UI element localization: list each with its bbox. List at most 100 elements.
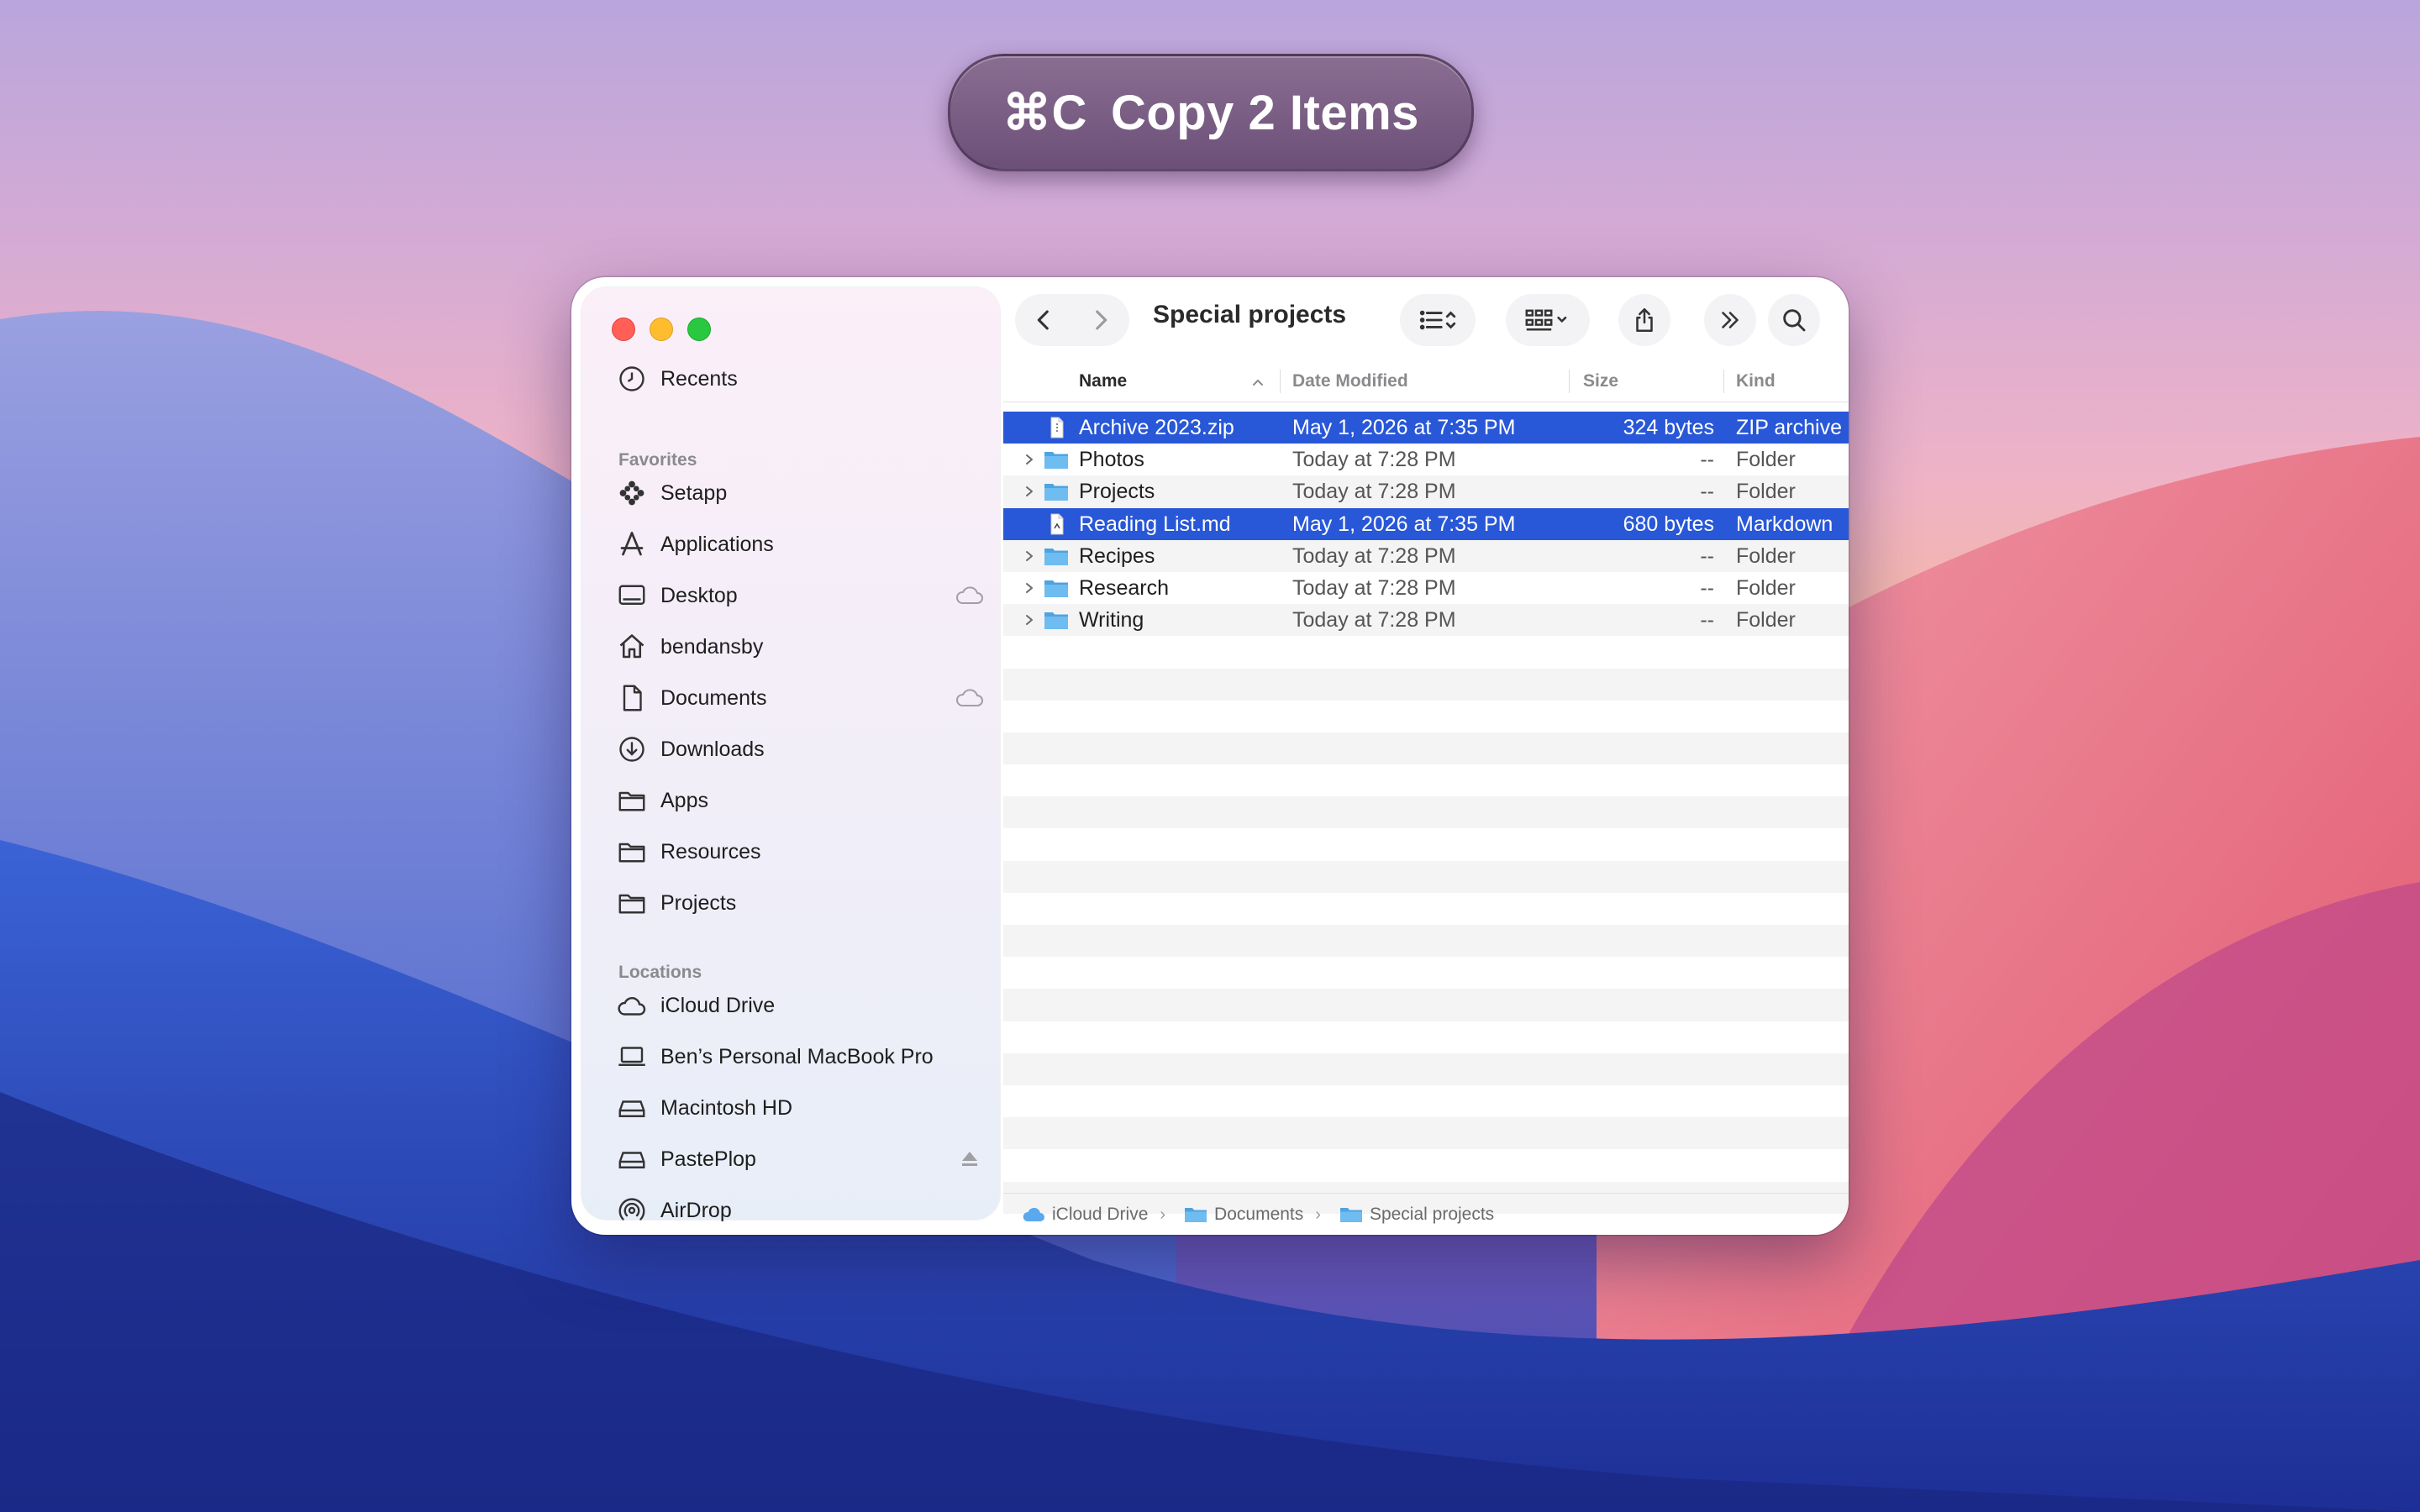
disclosure-chevron-icon[interactable] bbox=[1022, 612, 1037, 628]
column-date-header[interactable]: Date Modified bbox=[1292, 371, 1408, 391]
share-button[interactable] bbox=[1618, 294, 1670, 346]
back-button[interactable] bbox=[1015, 294, 1072, 346]
more-toolbar-button[interactable] bbox=[1704, 294, 1756, 346]
file-name: Writing bbox=[1079, 608, 1144, 633]
folder-icon bbox=[1044, 548, 1068, 565]
file-kind: Markdown bbox=[1736, 512, 1833, 536]
empty-row bbox=[1003, 1021, 1849, 1053]
sidebar-item-label: Macintosh HD bbox=[660, 1095, 792, 1120]
desktop-icon bbox=[615, 579, 649, 612]
folder-row[interactable]: Research Today at 7:28 PM -- Folder bbox=[1003, 572, 1849, 604]
disclosure-chevron-icon[interactable] bbox=[1022, 580, 1037, 596]
sidebar-item-resources[interactable]: Resources bbox=[615, 831, 985, 873]
column-separator[interactable] bbox=[1280, 370, 1281, 393]
window-controls bbox=[612, 318, 711, 341]
folder-icon bbox=[615, 886, 649, 920]
sidebar-item-projects[interactable]: Projects bbox=[615, 882, 985, 924]
path-segment[interactable]: Documents bbox=[1184, 1205, 1303, 1225]
sidebar-item-label: Documents bbox=[660, 685, 767, 710]
file-size: 680 bytes bbox=[1623, 512, 1714, 536]
sidebar-item-recents[interactable]: Recents bbox=[615, 358, 985, 400]
sidebar-item-setapp[interactable]: Setapp bbox=[615, 472, 985, 514]
sidebar-item-home[interactable]: bendansby bbox=[615, 626, 985, 668]
close-button[interactable] bbox=[612, 318, 635, 341]
icloud-icon bbox=[615, 989, 649, 1022]
file-row[interactable]: Reading List.md May 1, 2026 at 7:35 PM 6… bbox=[1003, 507, 1849, 540]
icloud-icon bbox=[1023, 1207, 1044, 1221]
sidebar-item-pasteplop[interactable]: PastePlop bbox=[615, 1138, 985, 1180]
sidebar-item-label: bendansby bbox=[660, 634, 764, 659]
path-separator-icon: › bbox=[1315, 1205, 1321, 1224]
disclosure-chevron-icon[interactable] bbox=[1022, 548, 1037, 564]
empty-row bbox=[1003, 732, 1849, 765]
file-size: -- bbox=[1700, 608, 1714, 633]
column-separator[interactable] bbox=[1723, 370, 1724, 393]
folder-icon bbox=[1044, 580, 1068, 597]
sidebar-item-label: Resources bbox=[660, 839, 761, 864]
disclosure-chevron-icon[interactable] bbox=[1022, 483, 1037, 500]
file-kind: Folder bbox=[1736, 448, 1796, 472]
group-options-button[interactable] bbox=[1506, 294, 1590, 346]
folder-icon bbox=[1044, 612, 1068, 630]
disclosure-chevron-icon[interactable] bbox=[1022, 451, 1037, 468]
column-kind-header[interactable]: Kind bbox=[1736, 371, 1776, 391]
eject-icon[interactable] bbox=[955, 1148, 985, 1170]
sidebar-item-desktop[interactable]: Desktop bbox=[615, 575, 985, 617]
file-date: Today at 7:28 PM bbox=[1292, 575, 1456, 600]
path-label: Special projects bbox=[1369, 1205, 1495, 1224]
empty-row bbox=[1003, 925, 1849, 958]
file-size: -- bbox=[1700, 480, 1714, 504]
zoom-button[interactable] bbox=[687, 318, 711, 341]
folder-icon bbox=[615, 784, 649, 817]
folder-row[interactable]: Photos Today at 7:28 PM -- Folder bbox=[1003, 444, 1849, 475]
cloud-icon bbox=[956, 586, 983, 604]
folder-row[interactable]: Projects Today at 7:28 PM -- Folder bbox=[1003, 475, 1849, 508]
empty-row bbox=[1003, 1085, 1849, 1117]
path-label: iCloud Drive bbox=[1052, 1205, 1149, 1224]
empty-row bbox=[1003, 701, 1849, 732]
cloud-icon bbox=[956, 689, 983, 706]
sidebar-item-label: PastePlop bbox=[660, 1147, 756, 1171]
sort-ascending-icon bbox=[1253, 379, 1263, 386]
sidebar-item-label: Setapp bbox=[660, 480, 728, 505]
minimize-button[interactable] bbox=[650, 318, 673, 341]
empty-row bbox=[1003, 668, 1849, 701]
sidebar-item-label: Recents bbox=[660, 366, 738, 391]
sidebar-item-icloud-drive[interactable]: iCloud Drive bbox=[615, 984, 985, 1026]
folder-row[interactable]: Recipes Today at 7:28 PM -- Folder bbox=[1003, 539, 1849, 572]
sidebar-item-documents[interactable]: Documents bbox=[615, 677, 985, 719]
list-view-icon bbox=[1419, 310, 1456, 330]
sidebar-item-downloads[interactable]: Downloads bbox=[615, 728, 985, 770]
sidebar-item-apps[interactable]: Apps bbox=[615, 780, 985, 822]
file-date: Today at 7:28 PM bbox=[1292, 543, 1456, 568]
path-segment[interactable]: Special projects bbox=[1339, 1205, 1494, 1225]
folder-row[interactable]: Writing Today at 7:28 PM -- Folder bbox=[1003, 604, 1849, 637]
file-name: Archive 2023.zip bbox=[1079, 416, 1234, 439]
path-bar: iCloud Drive › Documents › Special proje… bbox=[1003, 1193, 1849, 1235]
downloads-icon bbox=[615, 732, 649, 766]
favorites-heading: Favorites bbox=[618, 450, 697, 470]
sidebar-item-label: AirDrop bbox=[660, 1198, 732, 1222]
column-size-header[interactable]: Size bbox=[1583, 371, 1618, 391]
view-options-button[interactable] bbox=[1400, 294, 1476, 346]
column-separator[interactable] bbox=[1569, 370, 1570, 393]
forward-button[interactable] bbox=[1072, 294, 1129, 346]
empty-row bbox=[1003, 828, 1849, 860]
file-row[interactable]: Archive 2023.zip May 1, 2026 at 7:35 PM … bbox=[1003, 412, 1849, 444]
sidebar-item-label: Downloads bbox=[660, 737, 765, 761]
empty-row bbox=[1003, 1053, 1849, 1085]
folder-icon bbox=[1044, 452, 1068, 470]
sidebar-item-applications[interactable]: Applications bbox=[615, 523, 985, 565]
file-name: Photos bbox=[1079, 448, 1144, 472]
path-separator-icon: › bbox=[1160, 1205, 1166, 1224]
sidebar-item-macbook[interactable]: Ben’s Personal MacBook Pro bbox=[615, 1036, 985, 1078]
column-name-header[interactable]: Name bbox=[1079, 371, 1127, 391]
sidebar-item-airdrop[interactable]: AirDrop bbox=[615, 1189, 985, 1231]
sidebar-item-macintosh-hd[interactable]: Macintosh HD bbox=[615, 1087, 985, 1129]
path-segment[interactable]: iCloud Drive bbox=[1022, 1205, 1148, 1225]
folder-icon bbox=[1339, 1208, 1362, 1222]
search-button[interactable] bbox=[1768, 294, 1820, 346]
folder-icon bbox=[615, 835, 649, 869]
home-icon bbox=[615, 630, 649, 664]
clock-icon bbox=[615, 362, 649, 396]
